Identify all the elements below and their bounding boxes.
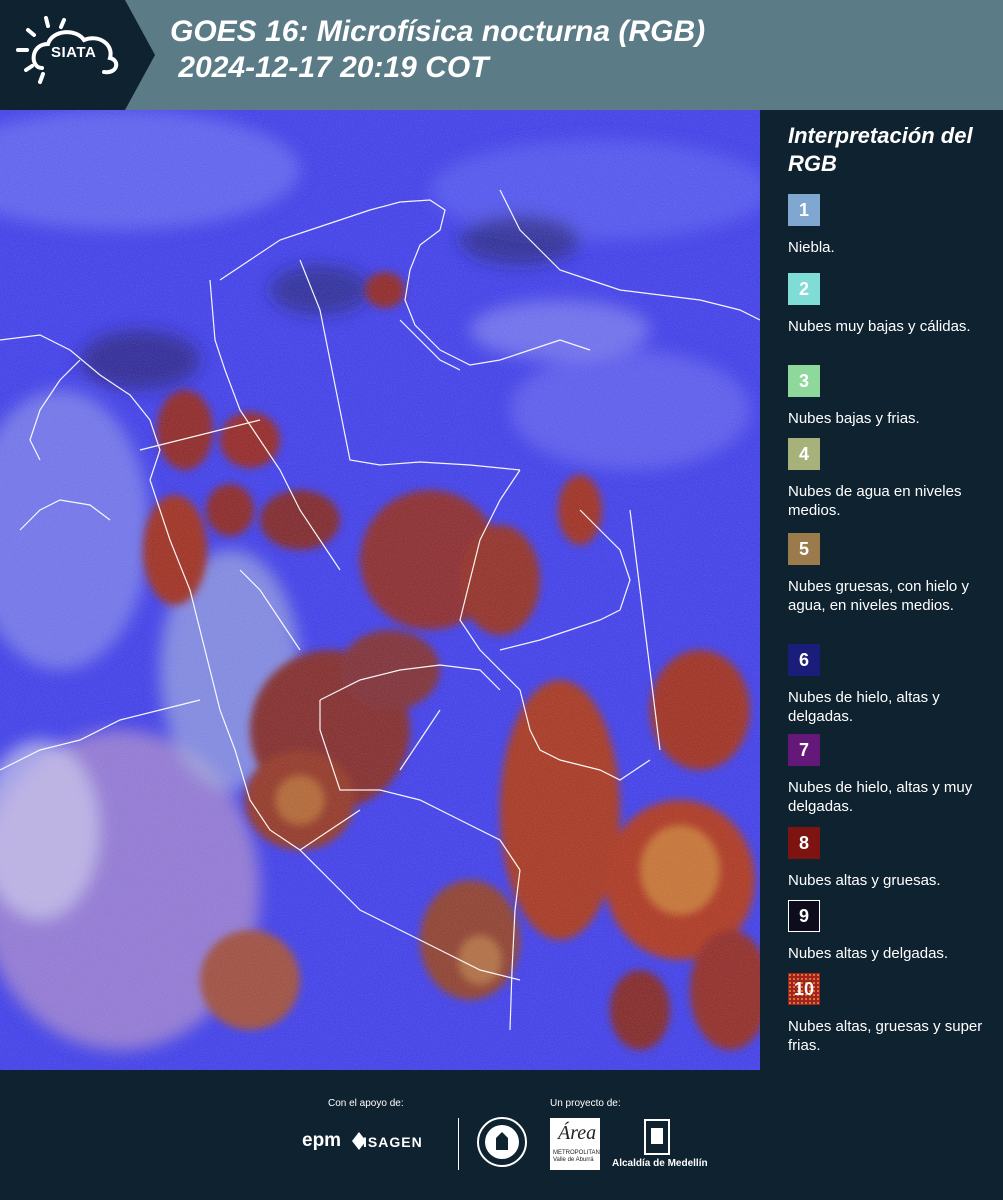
legend-item: 8 Nubes altas y gruesas. bbox=[788, 827, 998, 890]
satellite-image bbox=[0, 110, 760, 1070]
medellin-seal-icon bbox=[476, 1116, 528, 1173]
legend-label: Nubes de hielo, altas y muy delgadas. bbox=[788, 779, 973, 815]
legend-number: 2 bbox=[798, 278, 809, 299]
legend-number: 6 bbox=[798, 649, 809, 670]
legend-item: 5 Nubes gruesas, con hielo y agua, en ni… bbox=[788, 533, 998, 615]
alcaldia-text: Alcaldía de Medellín bbox=[612, 1158, 708, 1169]
siata-logo: SIATA bbox=[0, 0, 155, 110]
legend-item: 4 Nubes de agua en niveles medios. bbox=[788, 438, 998, 520]
legend-item: 9 Nubes altas y delgadas. bbox=[788, 900, 998, 963]
support-label: Con el apoyo de: bbox=[328, 1098, 404, 1109]
title-line2: 2024-12-17 20:19 COT bbox=[170, 51, 489, 84]
legend-item: 3 Nubes bajas y frias. bbox=[788, 365, 998, 428]
legend-number: 5 bbox=[798, 538, 809, 559]
footer: Con el apoyo de: Un proyecto de: epm ISA… bbox=[0, 1070, 1003, 1200]
legend-swatch: 6 bbox=[788, 644, 820, 676]
legend-swatch: 10 bbox=[788, 973, 820, 1005]
legend-label: Nubes de hielo, altas y delgadas. bbox=[788, 689, 940, 725]
legend-item: 2 Nubes muy bajas y cálidas. bbox=[788, 273, 998, 336]
legend-label: Nubes altas y gruesas. bbox=[788, 872, 941, 889]
legend-label: Nubes gruesas, con hielo y agua, en nive… bbox=[788, 578, 969, 614]
legend-label: Nubes de agua en niveles medios. bbox=[788, 483, 962, 519]
logo-text: SIATA bbox=[51, 44, 97, 61]
legend-label: Nubes muy bajas y cálidas. bbox=[788, 318, 971, 335]
legend-swatch: 8 bbox=[788, 827, 820, 859]
isagen-text: ISAGEN bbox=[363, 1134, 423, 1150]
legend-number: 9 bbox=[798, 905, 809, 926]
legend-number: 7 bbox=[798, 739, 809, 760]
legend-swatch: 4 bbox=[788, 438, 820, 470]
legend-label: Nubes bajas y frias. bbox=[788, 410, 920, 427]
area-word: Área bbox=[558, 1122, 597, 1144]
legend-item: 6 Nubes de hielo, altas y delgadas. bbox=[788, 644, 998, 726]
legend-title: Interpretación del RGB bbox=[788, 123, 973, 176]
area-metropolitana-logo: Área METROPOLITANA Valle de Aburrá bbox=[550, 1118, 604, 1170]
alcaldia-crest-icon bbox=[643, 1118, 671, 1161]
legend-swatch: 5 bbox=[788, 533, 820, 565]
legend-swatch: 2 bbox=[788, 273, 820, 305]
legend-item: 10 Nubes altas, gruesas y super frias. bbox=[788, 973, 998, 1055]
legend-item: 1 Niebla. bbox=[788, 194, 998, 257]
page-title: GOES 16: Microfísica nocturna (RGB) 2024… bbox=[170, 14, 705, 86]
footer-divider bbox=[458, 1118, 459, 1170]
area-sub: METROPOLITANA Valle de Aburrá bbox=[553, 1150, 604, 1163]
legend-number: 3 bbox=[798, 370, 809, 391]
legend-label: Nubes altas, gruesas y super frias. bbox=[788, 1018, 983, 1054]
epm-logo: epm bbox=[302, 1130, 342, 1151]
header-bar: SIATA GOES 16: Microfísica nocturna (RGB… bbox=[0, 0, 1003, 110]
legend-item: 7 Nubes de hielo, altas y muy delgadas. bbox=[788, 734, 998, 816]
legend-swatch: 1 bbox=[788, 194, 820, 226]
legend-swatch: 7 bbox=[788, 734, 820, 766]
legend-number: 4 bbox=[798, 443, 809, 464]
legend-number: 1 bbox=[798, 199, 809, 220]
legend-panel: Interpretación del RGB 1 Niebla. 2 Nubes… bbox=[760, 110, 1003, 1070]
project-label: Un proyecto de: bbox=[550, 1098, 621, 1109]
legend-label: Nubes altas y delgadas. bbox=[788, 945, 949, 962]
legend-swatch: 9 bbox=[788, 900, 820, 932]
title-line1: GOES 16: Microfísica nocturna (RGB) bbox=[170, 15, 706, 48]
legend-label: Niebla. bbox=[788, 239, 835, 256]
legend-number: 10 bbox=[793, 978, 815, 999]
legend-number: 8 bbox=[798, 832, 809, 853]
legend-swatch: 3 bbox=[788, 365, 820, 397]
